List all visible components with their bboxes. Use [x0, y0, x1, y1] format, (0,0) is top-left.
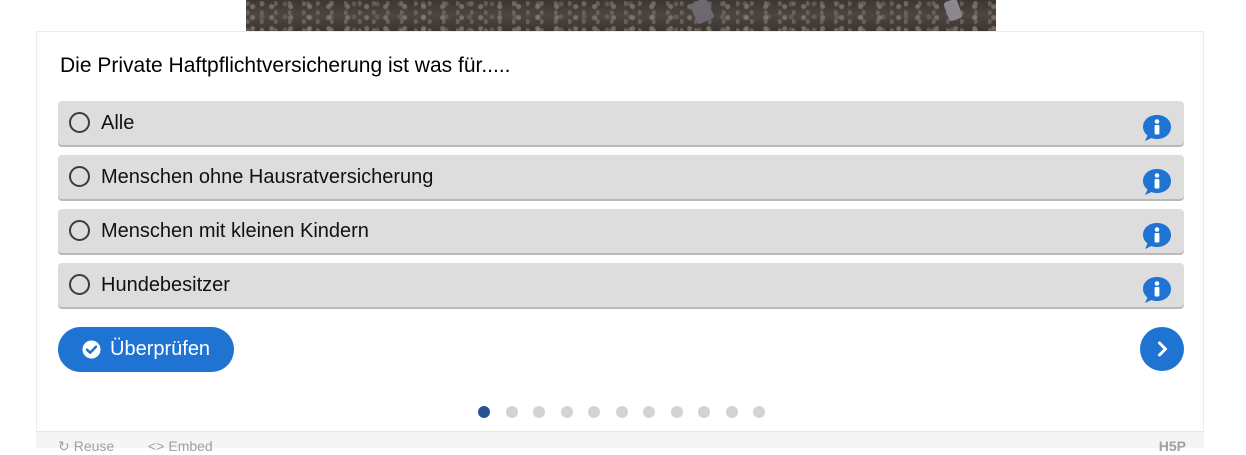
- progress-dot[interactable]: [698, 406, 710, 418]
- radio-empty-icon[interactable]: [69, 274, 90, 295]
- answer-label: Menschen mit kleinen Kindern: [101, 220, 369, 242]
- image-detail-shoe: [689, 0, 715, 25]
- progress-dot[interactable]: [670, 406, 683, 418]
- progress-dot[interactable]: [588, 406, 600, 418]
- radio-empty-icon[interactable]: [69, 166, 90, 187]
- info-bubble-icon[interactable]: [1142, 275, 1172, 305]
- info-bubble-icon[interactable]: [1142, 167, 1172, 197]
- radio-empty-icon[interactable]: [69, 220, 90, 241]
- radio-empty-icon[interactable]: [69, 112, 90, 133]
- reuse-label: Reuse: [73, 438, 115, 454]
- h5p-logo: H5P: [1158, 438, 1186, 454]
- check-button[interactable]: Überprüfen: [58, 327, 234, 372]
- image-detail-shoe: [943, 0, 963, 22]
- quiz-panel: Die Private Haftpflichtversicherung ist …: [36, 31, 1204, 448]
- check-button-label: Überprüfen: [110, 338, 211, 360]
- chevron-right-icon: [1158, 341, 1167, 357]
- info-bubble-icon[interactable]: [1142, 113, 1172, 143]
- question-text: Die Private Haftpflichtversicherung ist …: [60, 54, 511, 77]
- answer-option[interactable]: Menschen mit kleinen Kindern: [58, 209, 1184, 253]
- footer-bar: ↻ Reuse <> Embed H5P: [36, 431, 1204, 454]
- answer-option[interactable]: Alle: [58, 101, 1184, 145]
- answer-option[interactable]: Hundebesitzer: [58, 263, 1184, 307]
- progress-dot[interactable]: [725, 406, 738, 418]
- progress-dot[interactable]: [753, 406, 765, 418]
- progress-dot[interactable]: [615, 406, 628, 418]
- progress-dot[interactable]: [478, 406, 490, 418]
- embed-label: Embed: [168, 438, 213, 454]
- answer-label: Menschen ohne Hausratversicherung: [101, 166, 434, 188]
- progress-dot[interactable]: [533, 406, 545, 418]
- progress-dot[interactable]: [505, 406, 518, 418]
- embed-link[interactable]: <> Embed: [148, 438, 213, 454]
- answer-label: Hundebesitzer: [101, 274, 230, 296]
- progress-dot[interactable]: [560, 406, 573, 418]
- check-circle-icon: [82, 340, 101, 359]
- header-image: [246, 0, 996, 31]
- reuse-link[interactable]: ↻ Reuse: [58, 438, 114, 455]
- info-bubble-icon[interactable]: [1142, 221, 1172, 251]
- code-icon: <>: [148, 438, 165, 454]
- reuse-icon: ↻: [58, 438, 70, 454]
- answer-option[interactable]: Menschen ohne Hausratversicherung: [58, 155, 1184, 199]
- next-button[interactable]: [1140, 327, 1184, 371]
- answer-list: Alle Menschen ohne Hausratversicherung M…: [58, 101, 1184, 317]
- progress-dot[interactable]: [643, 406, 655, 418]
- slide-progress-dots: [478, 406, 781, 418]
- answer-label: Alle: [101, 112, 135, 134]
